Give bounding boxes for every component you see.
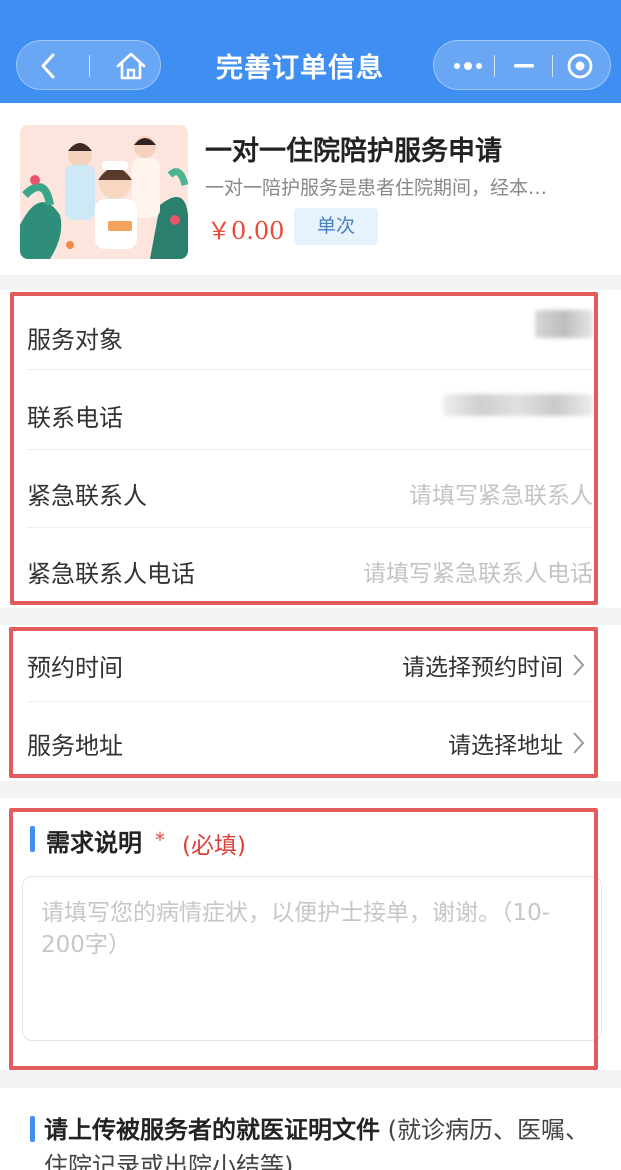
service-target-label: 服务对象 xyxy=(27,326,123,354)
contact-phone-value xyxy=(443,394,593,416)
emergency-phone-row[interactable]: 紧急联系人电话 请填写紧急联系人电话 xyxy=(27,528,593,608)
chevron-right-icon xyxy=(573,654,585,676)
booking-section: 预约时间 请选择预约时间 服务地址 请选择地址 xyxy=(0,625,621,781)
required-note: (必填) xyxy=(182,833,246,859)
appointment-time-row[interactable]: 预约时间 请选择预约时间 xyxy=(27,625,593,702)
target-icon[interactable] xyxy=(562,49,598,83)
emergency-contact-row[interactable]: 紧急联系人 请填写紧急联系人 xyxy=(27,450,593,528)
back-icon[interactable] xyxy=(31,49,67,83)
service-address-label: 服务地址 xyxy=(27,732,123,760)
appointment-time-label: 预约时间 xyxy=(27,654,123,682)
requirement-textarea[interactable]: 请填写您的病情症状，以便护士接单，谢谢。（10-200字） xyxy=(22,876,602,1041)
capsule-divider xyxy=(494,55,495,77)
service-address-value: 请选择地址 xyxy=(448,733,563,759)
contact-section: 服务对象 联系电话 紧急联系人 请填写紧急联系人 紧急联系人电话 请填写紧急联系… xyxy=(0,290,621,608)
product-title: 一对一住院陪护服务申请 xyxy=(205,136,502,167)
requirement-title: 需求说明 xyxy=(46,829,142,857)
product-price: ￥0.00 xyxy=(207,217,285,245)
nurse-illustration xyxy=(20,125,188,259)
service-address-row[interactable]: 服务地址 请选择地址 xyxy=(27,702,593,781)
emergency-contact-input[interactable]: 请填写紧急联系人 xyxy=(409,476,593,510)
product-card[interactable]: 一对一住院陪护服务申请 一对一陪护服务是患者住院期间，经本… ￥0.00 单次 xyxy=(0,103,621,275)
requirement-title-bar xyxy=(30,826,35,852)
upload-instruction: 请上传被服务者的就医证明文件 (就诊病历、医嘱、住院记录或出院小结等) xyxy=(44,1112,589,1170)
nav-capsule-right xyxy=(433,40,611,90)
home-icon[interactable] xyxy=(113,48,149,84)
nav-capsule-left xyxy=(16,40,161,90)
page-title: 完善订单信息 xyxy=(216,53,384,84)
nav-header: 完善订单信息 xyxy=(0,0,621,103)
minimize-icon[interactable] xyxy=(508,49,540,83)
service-target-row[interactable]: 服务对象 xyxy=(27,290,593,370)
product-image xyxy=(20,125,188,259)
service-target-value xyxy=(535,310,593,338)
upload-title-bar xyxy=(30,1116,35,1142)
appointment-time-value: 请选择预约时间 xyxy=(402,655,563,681)
emergency-contact-label: 紧急联系人 xyxy=(27,482,147,510)
contact-phone-label: 联系电话 xyxy=(27,404,123,432)
upload-title: 请上传被服务者的就医证明文件 xyxy=(44,1116,380,1144)
contact-phone-row[interactable]: 联系电话 xyxy=(27,370,593,450)
capsule-divider xyxy=(552,55,553,77)
product-description: 一对一陪护服务是患者住院期间，经本… xyxy=(205,177,548,199)
emergency-phone-input[interactable]: 请填写紧急联系人电话 xyxy=(363,554,593,588)
capsule-divider xyxy=(89,55,90,77)
chevron-right-icon xyxy=(573,732,585,754)
frequency-badge: 单次 xyxy=(294,208,378,245)
emergency-phone-label: 紧急联系人电话 xyxy=(27,560,195,588)
more-icon[interactable] xyxy=(448,49,488,83)
required-star: * xyxy=(155,828,165,852)
